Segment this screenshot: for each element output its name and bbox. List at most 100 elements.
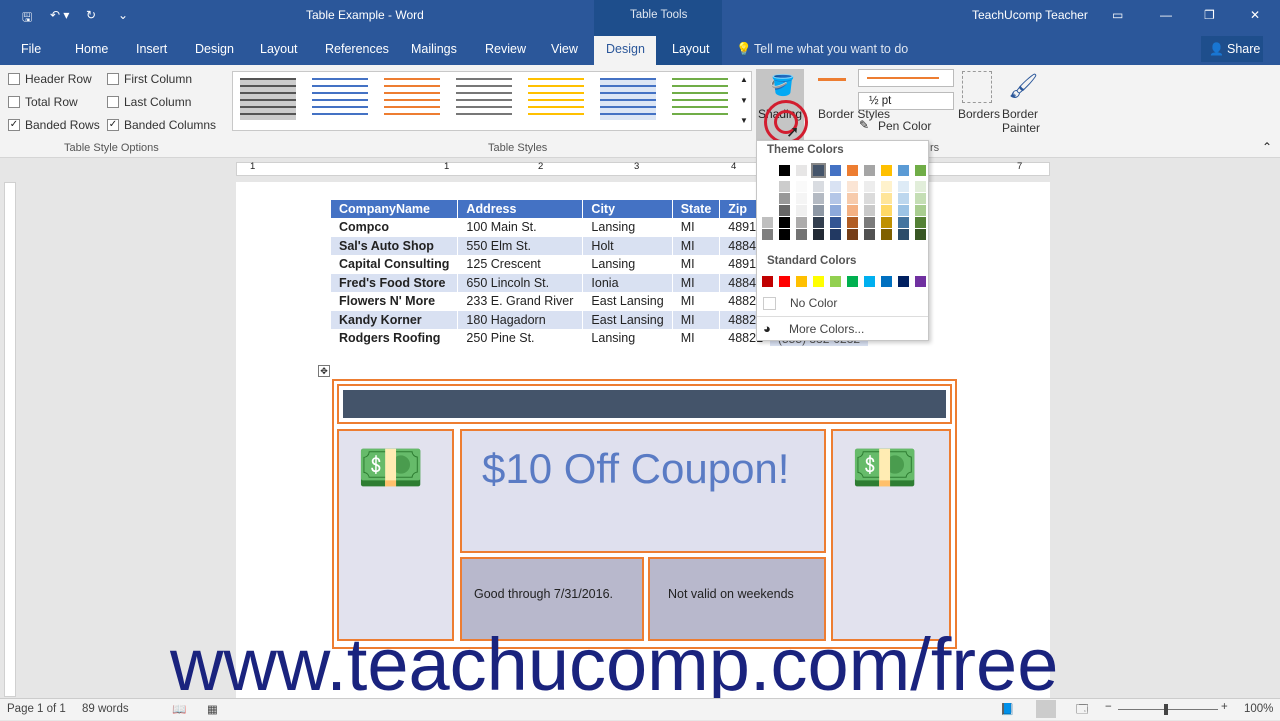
- zoom-in-icon[interactable]: +: [1221, 701, 1228, 713]
- color-swatch[interactable]: [796, 165, 807, 176]
- color-swatch[interactable]: [830, 229, 841, 240]
- coupon-title-cell[interactable]: $10 Off Coupon!: [460, 429, 826, 553]
- table-cell[interactable]: East Lansing: [582, 310, 673, 330]
- table-cell[interactable]: 100 Main St.: [457, 217, 584, 237]
- color-swatch[interactable]: [881, 276, 892, 287]
- undo-icon[interactable]: ↶ ▾: [50, 8, 69, 22]
- color-swatch[interactable]: [762, 217, 773, 228]
- color-swatch[interactable]: [864, 276, 875, 287]
- tab-file[interactable]: File: [21, 42, 41, 56]
- tell-me-box[interactable]: Tell me what you want to do: [754, 42, 908, 56]
- color-swatch[interactable]: [847, 229, 858, 240]
- color-swatch[interactable]: [898, 205, 909, 216]
- color-swatch[interactable]: [830, 193, 841, 204]
- coupon-left-cell[interactable]: 💵: [337, 429, 454, 641]
- color-swatch[interactable]: [915, 229, 926, 240]
- shading-dropdown[interactable]: Theme Colors Standard Colors No Color ◕ …: [756, 140, 929, 341]
- tab-mailings[interactable]: Mailings: [411, 42, 457, 56]
- table-cell[interactable]: 250 Pine St.: [457, 328, 584, 348]
- color-swatch[interactable]: [762, 205, 773, 216]
- redo-icon[interactable]: ↻: [86, 8, 96, 22]
- coupon-right-cell[interactable]: 💵: [831, 429, 951, 641]
- tab-insert[interactable]: Insert: [136, 42, 167, 56]
- collapse-ribbon-icon[interactable]: ⌃: [1262, 140, 1272, 154]
- tab-table-layout[interactable]: Layout: [672, 42, 710, 56]
- first-column-checkbox[interactable]: [107, 73, 119, 85]
- color-swatch[interactable]: [898, 276, 909, 287]
- gallery-up-icon[interactable]: ▲: [740, 75, 748, 84]
- table-row[interactable]: Rodgers Roofing 250 Pine St. Lansing MI 4882…: [329, 328, 773, 348]
- color-swatch[interactable]: [762, 165, 773, 176]
- color-swatch[interactable]: [779, 229, 790, 240]
- table-cell[interactable]: 125 Crescent: [457, 254, 584, 274]
- color-swatch[interactable]: [813, 193, 824, 204]
- table-cell[interactable]: 180 Hagadorn: [457, 310, 584, 330]
- color-swatch[interactable]: [830, 276, 841, 287]
- table-cell[interactable]: Sal's Auto Shop: [329, 236, 459, 256]
- borders-icon[interactable]: [962, 71, 992, 103]
- color-swatch[interactable]: [847, 181, 858, 192]
- color-swatch[interactable]: [915, 193, 926, 204]
- table-cell[interactable]: MI: [671, 310, 721, 330]
- color-swatch[interactable]: [847, 165, 858, 176]
- tab-layout[interactable]: Layout: [260, 42, 298, 56]
- table-cell[interactable]: MI: [671, 328, 721, 348]
- ribbon-display-icon[interactable]: ▭: [1112, 8, 1123, 22]
- color-swatch[interactable]: [847, 193, 858, 204]
- color-swatch[interactable]: [830, 217, 841, 228]
- color-swatch[interactable]: [796, 276, 807, 287]
- color-swatch[interactable]: [898, 181, 909, 192]
- table-cell[interactable]: East Lansing: [582, 291, 673, 311]
- color-swatch[interactable]: [915, 205, 926, 216]
- tab-view[interactable]: View: [551, 42, 578, 56]
- read-mode-icon[interactable]: 📘: [1000, 702, 1014, 716]
- color-swatch[interactable]: [915, 276, 926, 287]
- line-style-dropdown[interactable]: [858, 69, 954, 87]
- color-swatch[interactable]: [762, 229, 773, 240]
- color-swatch[interactable]: [762, 276, 773, 287]
- color-swatch[interactable]: [779, 205, 790, 216]
- table-cell[interactable]: 550 Elm St.: [457, 236, 584, 256]
- color-swatch[interactable]: [864, 205, 875, 216]
- color-swatch[interactable]: [779, 193, 790, 204]
- tab-home[interactable]: Home: [75, 42, 108, 56]
- color-swatch[interactable]: [881, 193, 892, 204]
- more-colors-option[interactable]: More Colors...: [789, 322, 864, 336]
- header-row-checkbox[interactable]: [8, 73, 20, 85]
- gallery-more-icon[interactable]: ▼: [740, 116, 748, 125]
- save-icon[interactable]: 🖫: [22, 8, 32, 29]
- border-painter-icon[interactable]: 🖌: [1008, 72, 1038, 101]
- border-painter-label[interactable]: Border Painter: [1002, 107, 1042, 135]
- last-column-checkbox[interactable]: [107, 96, 119, 108]
- color-swatch[interactable]: [830, 205, 841, 216]
- color-swatch[interactable]: [881, 205, 892, 216]
- table-row[interactable]: Flowers N' More 233 E. Grand River East La…: [329, 291, 773, 311]
- macro-icon[interactable]: ▦: [207, 702, 218, 716]
- table-style-thumb[interactable]: [672, 78, 728, 120]
- table-cell[interactable]: Flowers N' More: [329, 291, 459, 311]
- table-cell[interactable]: Holt: [582, 236, 673, 256]
- print-layout-icon[interactable]: [1036, 700, 1056, 718]
- table-cell[interactable]: MI: [671, 236, 721, 256]
- customize-qat-icon[interactable]: ⌄: [118, 8, 128, 22]
- color-swatch[interactable]: [881, 165, 892, 176]
- tab-table-design[interactable]: Design: [606, 42, 645, 56]
- zoom-out-icon[interactable]: −: [1105, 701, 1112, 713]
- no-color-option[interactable]: No Color: [790, 296, 837, 310]
- table-style-thumb[interactable]: [384, 78, 440, 120]
- color-swatch[interactable]: [915, 165, 926, 176]
- tab-review[interactable]: Review: [485, 42, 526, 56]
- color-swatch[interactable]: [813, 276, 824, 287]
- user-name[interactable]: TeachUcomp Teacher: [972, 8, 1088, 22]
- table-style-thumb[interactable]: [312, 78, 368, 120]
- color-swatch[interactable]: [762, 181, 773, 192]
- table-cell[interactable]: MI: [671, 273, 721, 293]
- total-row-checkbox[interactable]: [8, 96, 20, 108]
- proofing-icon[interactable]: 📖: [172, 702, 186, 716]
- table-cell[interactable]: Lansing: [582, 328, 673, 348]
- banded-rows-checkbox[interactable]: ✓: [8, 119, 20, 131]
- color-swatch[interactable]: [847, 276, 858, 287]
- restore-icon[interactable]: ❐: [1204, 8, 1215, 22]
- color-swatch[interactable]: [864, 165, 875, 176]
- color-swatch[interactable]: [779, 165, 790, 176]
